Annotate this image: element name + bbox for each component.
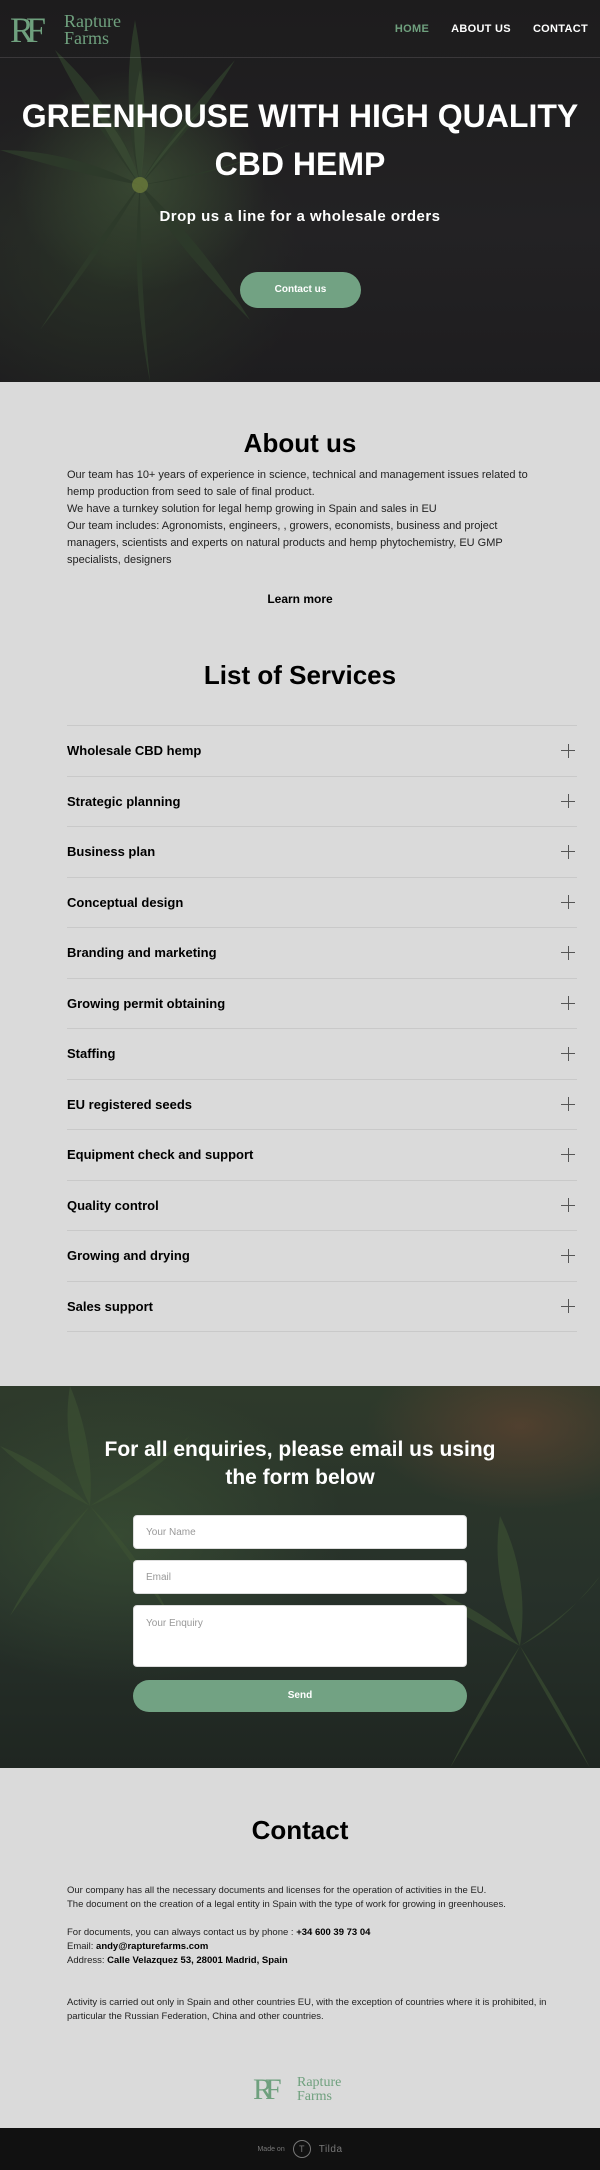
contact-text: Our company has all the necessary docume…	[67, 1884, 547, 2024]
plus-icon	[561, 844, 575, 859]
service-item-wholesale-cbd-hemp[interactable]: Wholesale CBD hemp	[67, 726, 577, 777]
service-item-staffing[interactable]: Staffing	[67, 1029, 577, 1080]
footer-logo[interactable]: RF Rapture Farms	[253, 2072, 353, 2108]
service-label: Business plan	[67, 844, 156, 860]
enquiry-title: For all enquiries, please email us using…	[104, 1438, 496, 1489]
plus-icon	[561, 895, 575, 910]
service-item-business-plan[interactable]: Business plan	[67, 827, 577, 878]
logo-wordmark: Rapture Farms	[64, 12, 121, 48]
nav-link-home[interactable]: HOME	[395, 23, 429, 35]
about-paragraph: We have a turnkey solution for legal hem…	[67, 503, 437, 515]
service-label: Growing and drying	[67, 1248, 190, 1264]
plus-icon	[561, 794, 575, 809]
service-item-growing-permit-obtaining[interactable]: Growing permit obtaining	[67, 979, 577, 1029]
tilda-icon: T	[292, 2140, 311, 2158]
service-label: Quality control	[67, 1197, 159, 1213]
email-label: Email:	[67, 1941, 97, 1952]
services-accordion: Wholesale CBD hemp Strategic planning Bu…	[67, 725, 577, 1332]
learn-more-link[interactable]: Learn more	[0, 592, 600, 606]
service-label: Conceptual design	[67, 894, 184, 910]
name-input[interactable]	[133, 1515, 467, 1549]
contact-address-line: Address: Calle Velazquez 53, 28001 Madri…	[67, 1954, 547, 1968]
hero-section: RF Rapture Farms HOME ABOUT US CONTACT G…	[0, 0, 600, 382]
address-label: Address:	[67, 1955, 108, 1966]
enquiry-textarea[interactable]	[133, 1605, 467, 1667]
nav-link-about-us[interactable]: ABOUT US	[451, 23, 511, 35]
service-item-equipment-check-and-support[interactable]: Equipment check and support	[67, 1130, 577, 1181]
about-title: About us	[243, 428, 357, 458]
send-button[interactable]: Send	[133, 1680, 467, 1712]
service-label: Strategic planning	[67, 793, 181, 809]
plus-icon	[561, 1046, 575, 1061]
contact-phone-line: For documents, you can always contact us…	[67, 1926, 547, 1940]
plus-icon	[561, 1198, 575, 1213]
service-label: Equipment check and support	[67, 1147, 254, 1163]
service-label: Branding and marketing	[67, 945, 217, 961]
service-label: Sales support	[67, 1298, 153, 1314]
service-item-conceptual-design[interactable]: Conceptual design	[67, 878, 577, 928]
service-label: Growing permit obtaining	[67, 995, 226, 1011]
phone-number[interactable]: +34 600 39 73 04	[296, 1927, 370, 1938]
service-item-quality-control[interactable]: Quality control	[67, 1181, 577, 1231]
service-label: EU registered seeds	[67, 1096, 193, 1112]
service-item-branding-and-marketing[interactable]: Branding and marketing	[67, 928, 577, 979]
service-item-eu-registered-seeds[interactable]: EU registered seeds	[67, 1080, 577, 1130]
contact-activity-note: Activity is carried out only in Spain an…	[67, 1997, 547, 2022]
nav-link-contact[interactable]: CONTACT	[533, 23, 588, 35]
email-address[interactable]: andy@rapturefarms.com	[96, 1941, 208, 1952]
contact-title: Contact	[251, 1815, 349, 1845]
plus-icon	[561, 1248, 575, 1263]
nav-links: HOME ABOUT US CONTACT	[395, 23, 588, 35]
made-on-label: Made on	[257, 2145, 285, 2153]
plus-icon	[561, 743, 575, 758]
email-input[interactable]	[133, 1560, 467, 1594]
contact-line-legal-entity: The document on the creation of a legal …	[67, 1899, 506, 1910]
about-paragraph: Our team has 10+ years of experience in …	[67, 469, 528, 498]
service-label: Wholesale CBD hemp	[67, 743, 202, 759]
rapture-farms-logo[interactable]: RF Rapture Farms	[10, 8, 130, 52]
logo-line-2: Farms	[297, 2089, 332, 2104]
services-title: List of Services	[203, 660, 397, 690]
logo-line-1: Rapture	[297, 2075, 342, 2090]
service-item-strategic-planning[interactable]: Strategic planning	[67, 777, 577, 827]
tilda-label: Tilda	[318, 2143, 343, 2155]
plus-icon	[561, 996, 575, 1011]
hero-subtitle: Drop us a line for a wholesale orders	[159, 208, 441, 225]
contact-line-licenses: Our company has all the necessary docume…	[67, 1885, 487, 1896]
service-label: Staffing	[67, 1046, 116, 1062]
logo-monogram: RF	[253, 2073, 282, 2106]
logo-wordmark: Rapture Farms	[297, 2076, 341, 2104]
top-navigation: RF Rapture Farms HOME ABOUT US CONTACT	[0, 0, 600, 58]
phone-label: For documents, you can always contact us…	[67, 1927, 297, 1938]
about-text: Our team has 10+ years of experience in …	[67, 467, 537, 569]
plus-icon	[561, 1299, 575, 1314]
about-paragraph: Our team includes: Agronomists, engineer…	[67, 520, 503, 566]
service-item-growing-and-drying[interactable]: Growing and drying	[67, 1231, 577, 1282]
contact-us-button[interactable]: Contact us	[240, 272, 361, 308]
logo-monogram: RF	[10, 10, 46, 50]
plus-icon	[561, 1097, 575, 1112]
plus-icon	[561, 945, 575, 960]
contact-email-line: Email: andy@rapturefarms.com	[67, 1940, 547, 1954]
service-item-sales-support[interactable]: Sales support	[67, 1282, 577, 1332]
hero-title: GREENHOUSE WITH HIGH QUALITY CBD HEMP	[21, 98, 579, 182]
logo-line-2: Farms	[64, 28, 109, 48]
plus-icon	[561, 1147, 575, 1162]
address-value: Calle Velazquez 53, 28001 Madrid, Spain	[107, 1955, 288, 1966]
made-on-tilda-bar[interactable]: Made on T Tilda	[0, 2128, 600, 2170]
